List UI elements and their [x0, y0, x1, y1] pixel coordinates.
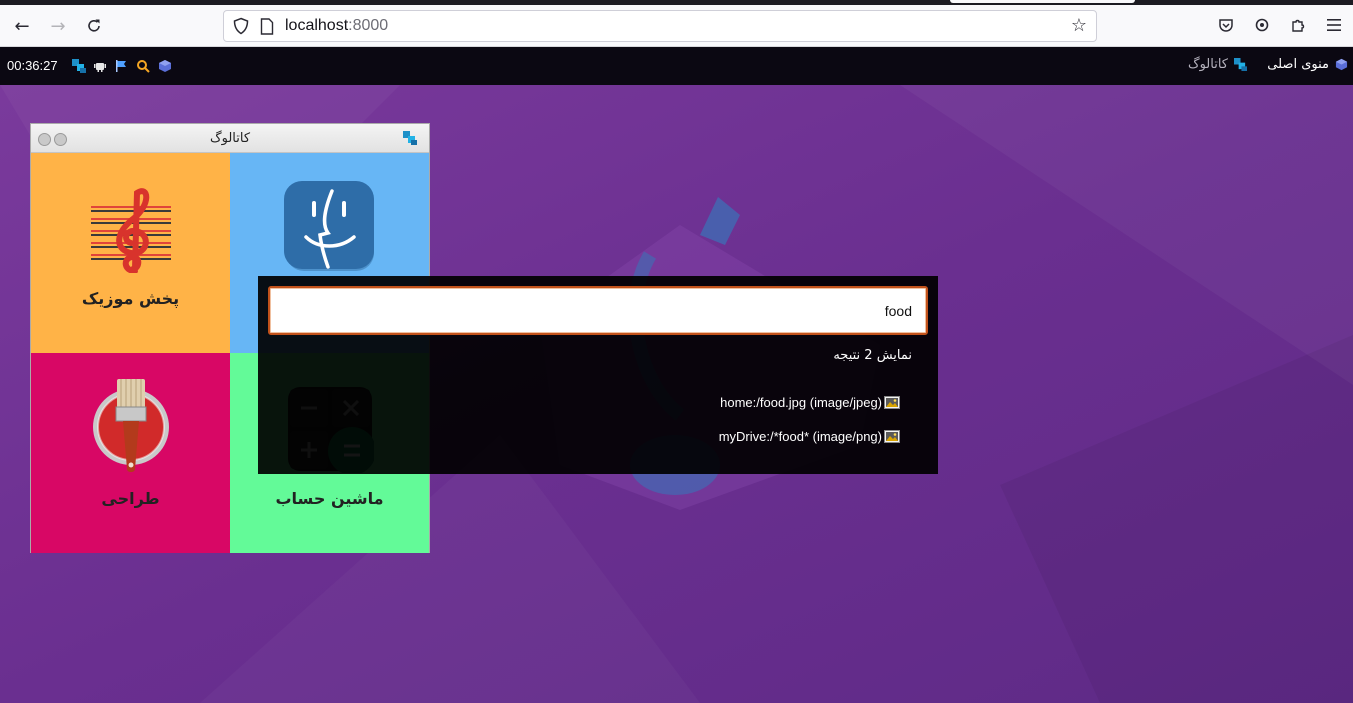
- url-host: localhost: [285, 17, 349, 34]
- bookmark-star-icon[interactable]: ☆: [1068, 15, 1090, 37]
- image-file-icon: [884, 430, 900, 443]
- desktop-top-bar: 00:36:27 منوی اصلی کاتالوگ: [0, 47, 1353, 85]
- extensions-icon[interactable]: [1287, 14, 1309, 36]
- search-result-item[interactable]: home:/food.jpg (image/jpeg): [720, 395, 900, 410]
- paint-brush-icon: [93, 379, 169, 472]
- catalog-icon: [403, 131, 417, 145]
- android-icon[interactable]: [93, 59, 107, 73]
- catalog-taskbar-label: کاتالوگ: [1187, 57, 1228, 72]
- search-result-text: myDrive:/*food* (image/png): [718, 429, 882, 444]
- finder-icon: [284, 181, 374, 271]
- search-icon[interactable]: [136, 59, 150, 73]
- tile-music-player[interactable]: پخش موزیک: [31, 153, 230, 353]
- search-result-text: home:/food.jpg (image/jpeg): [720, 395, 882, 410]
- browser-toolbar: ← → localhost:8000 ☆: [0, 0, 1353, 47]
- cube-icon[interactable]: [158, 59, 172, 73]
- url-text[interactable]: localhost:8000: [285, 17, 388, 35]
- main-menu-button[interactable]: منوی اصلی: [1267, 57, 1348, 72]
- search-input[interactable]: [268, 286, 928, 335]
- tile-label: ماشین حساب: [275, 489, 384, 508]
- active-tab[interactable]: [950, 0, 1135, 3]
- url-bar[interactable]: localhost:8000 ☆: [223, 10, 1097, 42]
- flag-icon[interactable]: [114, 59, 128, 73]
- hamburger-menu-icon[interactable]: [1323, 14, 1345, 36]
- account-icon[interactable]: [1251, 14, 1273, 36]
- catalog-taskbar-item[interactable]: کاتالوگ: [1188, 57, 1247, 72]
- tile-design[interactable]: طراحی: [31, 353, 230, 553]
- page-icon: [260, 18, 274, 35]
- main-menu-label: منوی اصلی: [1267, 57, 1329, 72]
- search-result-item[interactable]: myDrive:/*food* (image/png): [719, 429, 900, 444]
- image-file-icon: [884, 396, 900, 409]
- catalog-tray-icon[interactable]: [72, 59, 86, 73]
- clock: 00:36:27: [7, 58, 58, 73]
- tile-label: پخش موزیک: [81, 289, 180, 308]
- music-clef-icon: [91, 188, 171, 273]
- pocket-icon[interactable]: [1215, 14, 1237, 36]
- search-overlay: نمایش 2 نتیجه home:/food.jpg (image/jpeg…: [258, 276, 938, 474]
- window-titlebar[interactable]: کاتالوگ: [31, 124, 429, 153]
- catalog-icon: [1234, 58, 1247, 71]
- tile-label: طراحی: [101, 489, 160, 508]
- url-port: :8000: [348, 17, 389, 34]
- window-title: کاتالوگ: [209, 131, 251, 146]
- cube-icon: [1335, 58, 1348, 71]
- shield-icon[interactable]: [232, 17, 250, 35]
- forward-arrow-icon[interactable]: →: [45, 13, 71, 39]
- result-count: نمایش 2 نتیجه: [833, 348, 912, 363]
- tab-strip: [0, 0, 1353, 5]
- reload-icon[interactable]: [81, 13, 107, 39]
- back-arrow-icon[interactable]: ←: [9, 13, 35, 39]
